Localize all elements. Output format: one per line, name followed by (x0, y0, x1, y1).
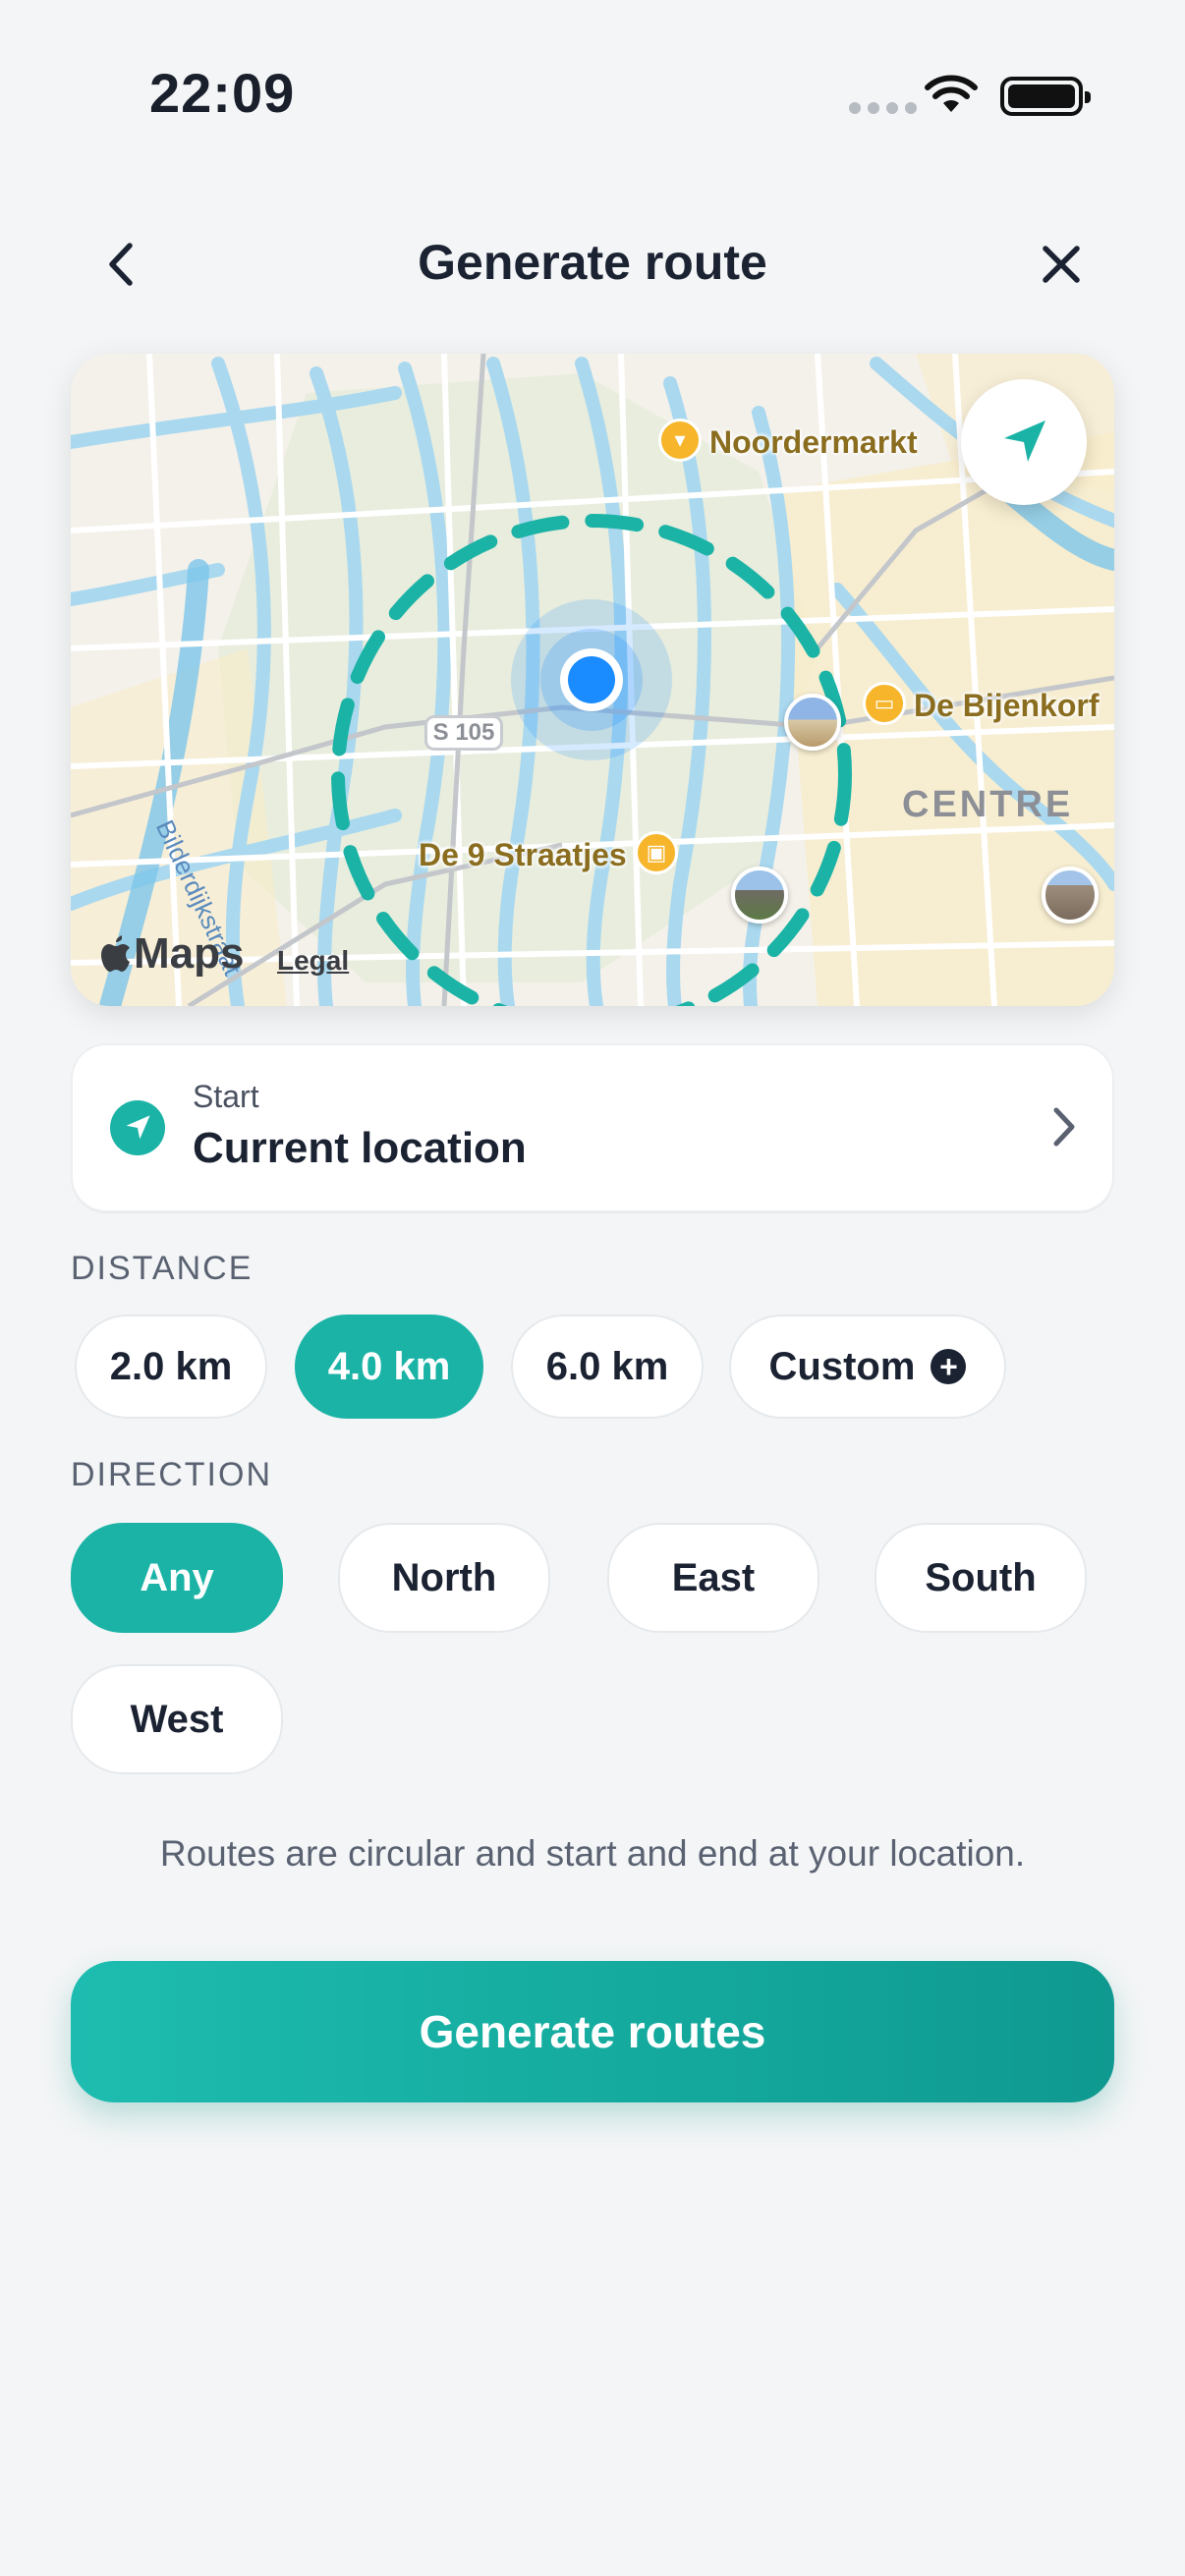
poi-noordermarkt[interactable]: Noordermarkt (709, 424, 918, 461)
distance-option-6km[interactable]: 6.0 km (511, 1315, 704, 1419)
chevron-right-icon (1053, 1107, 1075, 1147)
distance-option-4km[interactable]: 4.0 km (295, 1315, 483, 1419)
close-button[interactable] (1032, 232, 1091, 297)
close-icon (1043, 246, 1080, 283)
start-label: Start (193, 1079, 259, 1114)
wifi-icon (925, 75, 978, 112)
direction-option-any[interactable]: Any (71, 1523, 283, 1633)
shopping-bag-icon[interactable]: ▭ (863, 682, 906, 725)
status-time: 22:09 (149, 62, 296, 124)
basket-icon[interactable]: ▾ (658, 419, 702, 462)
maps-attribution: Maps (100, 929, 244, 979)
generate-routes-button[interactable]: Generate routes (71, 1961, 1114, 2102)
start-value: Current location (193, 1124, 527, 1172)
maps-label: Maps (134, 929, 245, 978)
distance-option-custom[interactable]: Custom + (729, 1315, 1006, 1419)
map-background (71, 354, 1114, 1006)
page-title: Generate route (418, 235, 767, 290)
landmark-photo-pin[interactable] (731, 867, 788, 924)
district-label: CENTRE (902, 784, 1074, 825)
landmark-photo-pin[interactable] (1042, 867, 1099, 924)
plus-circle-icon: + (931, 1349, 967, 1384)
direction-option-east[interactable]: East (607, 1523, 819, 1633)
cellular-signal-icon (849, 102, 917, 114)
distance-option-2km[interactable]: 2.0 km (75, 1315, 267, 1419)
direction-option-west[interactable]: West (71, 1664, 283, 1774)
location-arrow-icon (110, 1100, 165, 1155)
road-shield: S 105 (424, 715, 503, 751)
route-info-note: Routes are circular and start and end at… (159, 1833, 1026, 1874)
direction-option-south[interactable]: South (875, 1523, 1087, 1633)
direction-section-label: DIRECTION (71, 1456, 272, 1493)
apple-logo-icon (101, 935, 130, 972)
recenter-location-button[interactable] (961, 379, 1087, 505)
distance-section-label: DISTANCE (71, 1250, 254, 1287)
shopping-bags-icon[interactable]: ▣ (635, 831, 678, 874)
poi-bijenkorf[interactable]: De Bijenkorf (914, 688, 1099, 724)
direction-option-north[interactable]: North (338, 1523, 550, 1633)
route-preview-map[interactable]: ▾ Noordermarkt ▭ De Bijenkorf ▣ De 9 Str… (71, 354, 1114, 1006)
landmark-photo-pin[interactable] (784, 694, 841, 751)
battery-icon (1000, 77, 1091, 116)
status-bar: 22:09 (0, 0, 1185, 167)
custom-label: Custom (768, 1344, 916, 1388)
start-location-row[interactable]: Start Current location (71, 1043, 1114, 1212)
poi-9-straatjes[interactable]: De 9 Straatjes (419, 837, 627, 873)
location-arrow-icon (1004, 420, 1045, 462)
legal-link[interactable]: Legal (277, 945, 349, 977)
